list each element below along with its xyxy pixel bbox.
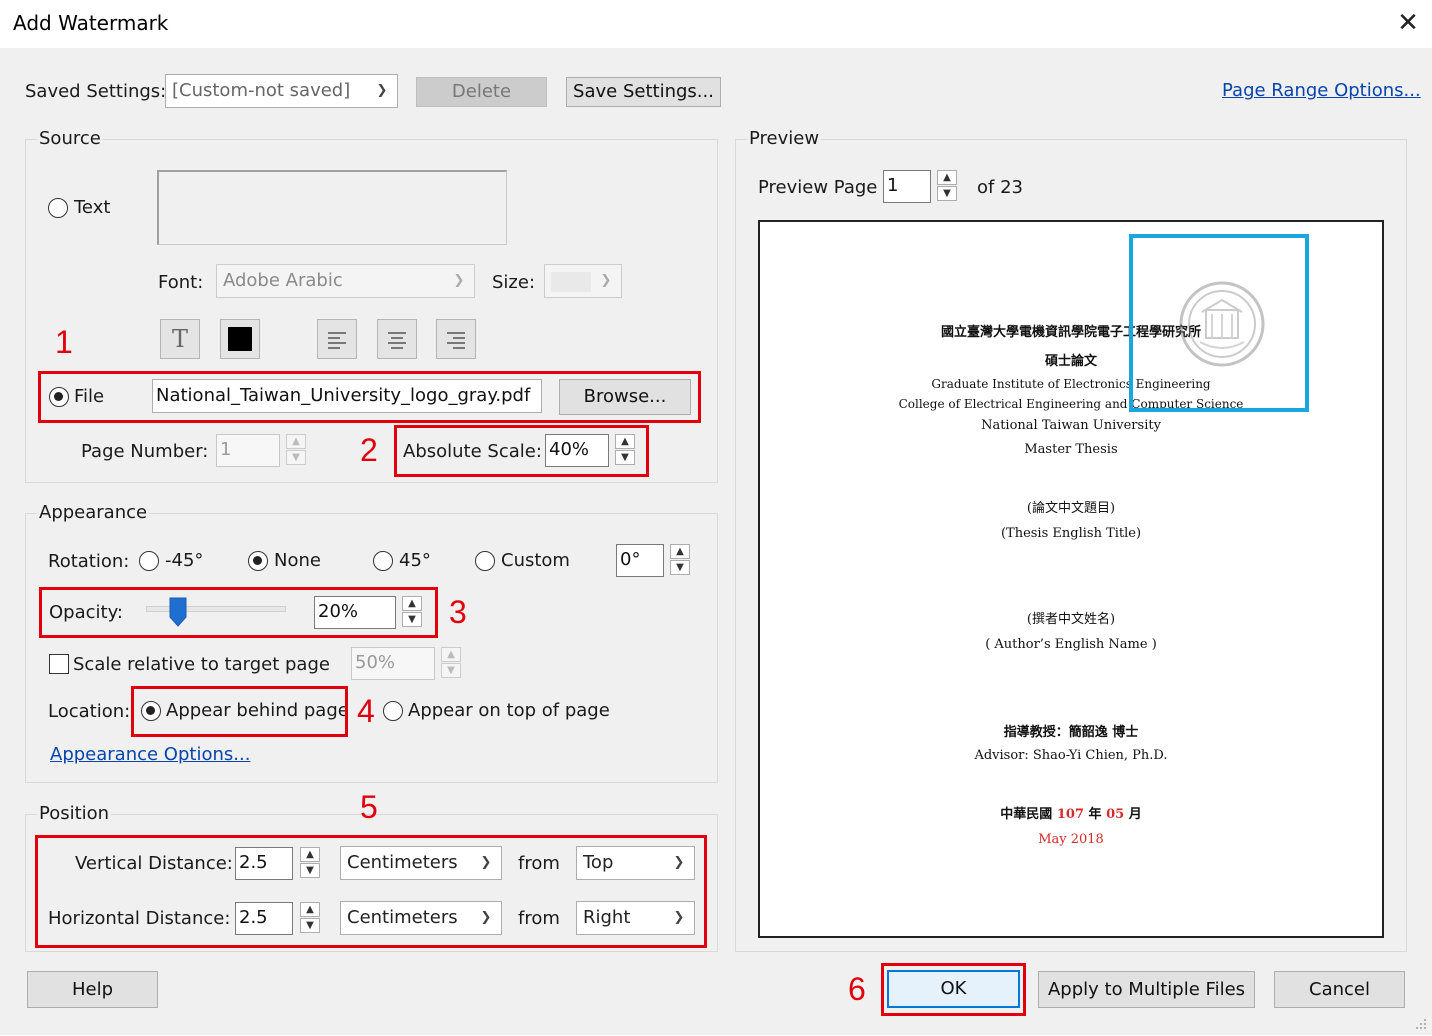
close-icon[interactable]: ✕ [1392, 6, 1424, 40]
spin-up-icon[interactable]: ▲ [441, 647, 461, 662]
spin-down-icon[interactable]: ▼ [670, 560, 690, 575]
apply-to-multiple-files-button[interactable]: Apply to Multiple Files [1038, 971, 1255, 1008]
source-group-title: Source [37, 128, 103, 149]
position-group-title: Position [37, 803, 112, 824]
window-title: Add Watermark [13, 11, 169, 35]
doc-date-line: 中華民國 107 年 05 月 [760, 803, 1382, 822]
preview-group-title: Preview [747, 128, 822, 149]
align-center-icon[interactable] [377, 319, 417, 359]
source-text-radio[interactable] [48, 198, 68, 218]
annotation-box-file [38, 371, 701, 423]
scale-relative-checkbox[interactable] [49, 654, 69, 674]
spin-up-icon[interactable]: ▲ [670, 544, 690, 559]
doc-date-year: 107 [1056, 807, 1084, 822]
appearance-options-link[interactable]: Appearance Options... [50, 744, 250, 765]
annotation-number-5: 5 [360, 789, 378, 825]
annotation-number-4: 4 [357, 693, 375, 729]
annotation-box-opacity [39, 587, 438, 638]
color-swatch-icon [228, 327, 252, 351]
annotation-number-3: 3 [449, 594, 467, 630]
delete-button[interactable]: Delete [416, 77, 547, 107]
doc-line: Master Thesis [1024, 442, 1118, 457]
spin-down-icon[interactable]: ▼ [937, 186, 957, 201]
saved-settings-value: [Custom-not saved] [172, 80, 351, 101]
help-button[interactable]: Help [27, 971, 158, 1008]
saved-settings-label: Saved Settings: [25, 81, 167, 102]
chevron-down-icon: ❯ [453, 273, 465, 288]
doc-line: Advisor: Shao-Yi Chien, Ph.D. [974, 748, 1168, 763]
annotation-box-location [131, 686, 348, 737]
text-color-button[interactable] [220, 319, 260, 359]
doc-line: 指導教授：簡韶逸 博士 [1003, 725, 1139, 740]
annotation-box-position [35, 835, 707, 948]
preview-page-field[interactable]: 1 [883, 170, 931, 203]
rotation-neg45-radio[interactable] [139, 551, 159, 571]
doc-date-part: 中華民國 [1000, 807, 1053, 822]
add-watermark-dialog: Add Watermark ✕ Saved Settings: [Custom-… [0, 0, 1432, 1035]
font-value: Adobe Arabic [223, 270, 343, 291]
annotation-number-2: 2 [360, 432, 378, 468]
font-dropdown[interactable]: Adobe Arabic ❯ [216, 264, 475, 298]
page-number-field[interactable]: 1 [216, 434, 280, 467]
spin-down-icon[interactable]: ▼ [441, 663, 461, 678]
cancel-button[interactable]: Cancel [1274, 971, 1405, 1008]
spin-down-icon[interactable]: ▼ [286, 450, 306, 465]
font-label: Font: [158, 272, 204, 293]
doc-line: (論文中文題目) [1026, 501, 1116, 516]
title-bar: Add Watermark ✕ [0, 0, 1432, 48]
doc-date-part: 月 [1128, 807, 1142, 822]
rotation-custom-label: Custom [501, 550, 570, 571]
appearance-group-title: Appearance [37, 502, 150, 523]
text-style-icon[interactable]: T [160, 319, 200, 359]
doc-line: ( Author’s English Name ) [985, 637, 1157, 652]
doc-line: National Taiwan University [981, 418, 1161, 433]
scale-relative-label: Scale relative to target page [73, 654, 330, 675]
rotation-label: Rotation: [48, 551, 130, 572]
watermark-position-highlight [1129, 234, 1309, 412]
doc-line: (Thesis English Title) [1000, 526, 1142, 541]
align-left-icon[interactable] [317, 319, 357, 359]
preview-page-label: Preview Page [758, 177, 878, 198]
rotation-custom-radio[interactable] [475, 551, 495, 571]
rotation-neg45-label: -45° [165, 550, 204, 571]
save-settings-button[interactable]: Save Settings... [566, 77, 721, 107]
size-value [551, 272, 591, 292]
rotation-45-radio[interactable] [373, 551, 393, 571]
annotation-number-1: 1 [55, 324, 73, 360]
align-right-icon[interactable] [436, 319, 476, 359]
rotation-none-radio[interactable] [248, 551, 268, 571]
location-on-top-radio[interactable] [383, 701, 403, 721]
doc-date-part: 年 [1088, 807, 1102, 822]
doc-line: May 2018 [1038, 832, 1104, 847]
chevron-down-icon: ❯ [600, 273, 612, 288]
size-label: Size: [492, 272, 536, 293]
size-dropdown[interactable]: ❯ [544, 264, 622, 298]
doc-line: (撰者中文姓名) [1026, 612, 1116, 627]
resize-grip-icon[interactable] [1412, 1015, 1428, 1031]
page-range-options-link[interactable]: Page Range Options... [1222, 80, 1421, 101]
rotation-none-label: None [274, 550, 321, 571]
saved-settings-dropdown[interactable]: [Custom-not saved] ❯ [165, 74, 398, 108]
chevron-down-icon: ❯ [376, 83, 388, 98]
preview-page-count: of 23 [977, 177, 1023, 198]
spin-up-icon[interactable]: ▲ [286, 434, 306, 449]
annotation-box-scale [394, 425, 649, 477]
location-label: Location: [48, 701, 131, 722]
location-on-top-label: Appear on top of page [408, 700, 610, 721]
page-number-label: Page Number: [81, 441, 209, 462]
source-text-label: Text [74, 197, 111, 218]
spin-up-icon[interactable]: ▲ [937, 170, 957, 185]
rotation-45-label: 45° [399, 550, 431, 571]
watermark-text-area[interactable] [157, 170, 507, 245]
annotation-box-ok [881, 963, 1026, 1016]
annotation-number-6: 6 [848, 971, 866, 1007]
scale-relative-field[interactable]: 50% [351, 647, 435, 680]
rotation-custom-field[interactable]: 0° [616, 544, 664, 577]
doc-date-month: 05 [1106, 807, 1125, 822]
